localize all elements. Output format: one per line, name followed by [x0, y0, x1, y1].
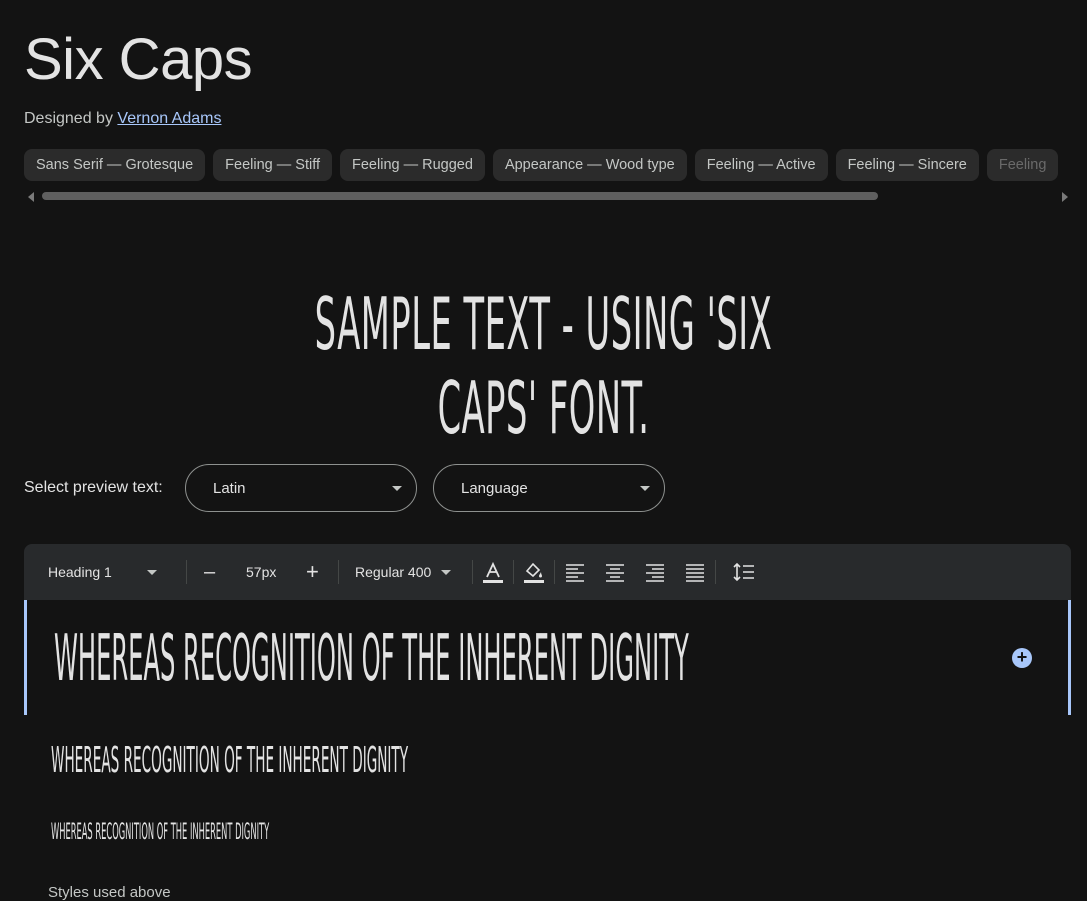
style-select[interactable]: Heading 1 — [48, 544, 157, 600]
chevron-down-icon — [146, 569, 157, 575]
tag-chip[interactable]: Feeling — Stiff — [213, 149, 333, 181]
add-icon[interactable]: + — [1012, 648, 1032, 668]
scroll-thumb[interactable] — [42, 192, 878, 200]
designer-line: Designed by Vernon Adams — [24, 110, 221, 128]
increase-size-button[interactable]: + — [306, 544, 319, 600]
toolbar-divider — [186, 560, 187, 584]
tag-chip[interactable]: Feeling — Sincere — [835, 149, 979, 181]
toolbar-divider — [338, 560, 339, 584]
tag-chip[interactable]: Sans Serif — Grotesque — [24, 149, 206, 181]
tags-scrollbar[interactable] — [24, 190, 1072, 202]
tag-chip[interactable]: Feeling — Rugged — [340, 149, 485, 181]
sample-text-area: Sample Text - Using 'Six Caps' Font. — [0, 282, 1087, 450]
align-left-icon[interactable] — [563, 560, 587, 584]
tag-chip[interactable]: Feeling — [986, 149, 1059, 181]
style-select-value: Heading 1 — [48, 564, 112, 580]
align-justify-icon[interactable] — [683, 560, 707, 584]
editor-active-block[interactable]: Whereas recognition of the inherent dign… — [24, 600, 1071, 715]
tag-chip[interactable]: Appearance — Wood type — [492, 149, 687, 181]
align-right-icon[interactable] — [643, 560, 667, 584]
weight-select-value: Regular 400 — [355, 564, 432, 580]
weight-select[interactable]: Regular 400 — [355, 544, 452, 600]
font-title: Six Caps — [24, 27, 253, 92]
language-dropdown-value: Language — [461, 480, 528, 497]
heading-1-sample[interactable]: Whereas recognition of the inherent dign… — [54, 622, 689, 696]
font-size-value[interactable]: 57px — [246, 544, 276, 600]
text-color-icon[interactable] — [481, 560, 505, 584]
scroll-left-icon[interactable] — [28, 192, 34, 202]
scroll-right-icon[interactable] — [1062, 192, 1068, 202]
toolbar-divider — [554, 560, 555, 584]
heading-2-sample[interactable]: Whereas recognition of the inherent dign… — [51, 740, 408, 781]
language-dropdown[interactable]: Language — [433, 464, 665, 512]
chevron-down-icon — [392, 486, 402, 491]
align-center-icon[interactable] — [603, 560, 627, 584]
highlight-color-icon[interactable] — [522, 560, 546, 584]
designer-link[interactable]: Vernon Adams — [117, 110, 221, 127]
heading-3-sample[interactable]: Whereas recognition of the inherent dign… — [51, 820, 269, 845]
chevron-down-icon — [640, 486, 650, 491]
script-dropdown-value: Latin — [213, 480, 246, 497]
toolbar-divider — [513, 560, 514, 584]
line-height-icon[interactable] — [732, 560, 756, 584]
editor-toolbar: Heading 1 – 57px + Regular 400 — [24, 544, 1071, 600]
toolbar-divider — [715, 560, 716, 584]
preview-text-label: Select preview text: — [24, 479, 163, 496]
toolbar-divider — [472, 560, 473, 584]
decrease-size-button[interactable]: – — [204, 544, 215, 600]
script-dropdown[interactable]: Latin — [185, 464, 417, 512]
chevron-down-icon — [441, 569, 452, 575]
sample-text: Sample Text - Using 'Six Caps' Font. — [314, 282, 773, 450]
tag-list: Sans Serif — Grotesque Feeling — Stiff Fee… — [24, 149, 1087, 181]
designed-by-label: Designed by — [24, 110, 113, 127]
tag-chip[interactable]: Feeling — Active — [694, 149, 828, 181]
